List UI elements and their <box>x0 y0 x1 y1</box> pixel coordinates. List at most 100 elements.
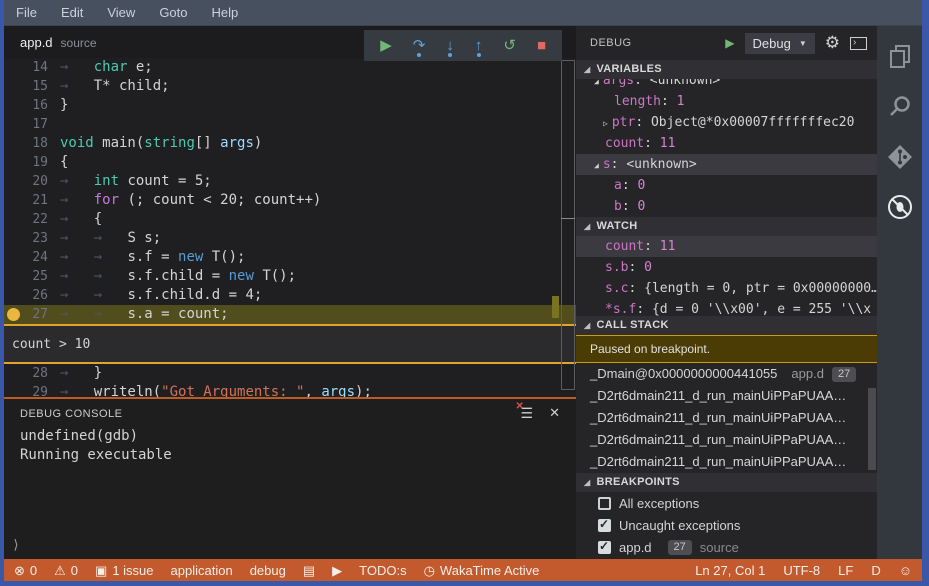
search-icon[interactable] <box>885 92 915 122</box>
status-clock[interactable]: ◷ WakaTime Active <box>424 563 540 578</box>
menu-item-help[interactable]: Help <box>212 5 239 20</box>
callstack-frame-2[interactable]: _D2rt6dmain211_d_run_mainUiPPaPUAA… <box>576 407 877 429</box>
code-line-23[interactable]: 23 → → S s; <box>4 229 576 248</box>
panel-scrollbar-thumb[interactable] <box>868 388 876 470</box>
status-utf-8[interactable]: UTF-8 <box>783 563 820 578</box>
status-run[interactable]: ▶ <box>332 564 342 577</box>
code-line-19[interactable]: 19 { <box>4 153 576 172</box>
menu-item-edit[interactable]: Edit <box>61 5 83 20</box>
gutter-17[interactable]: 17 <box>4 115 60 134</box>
breakpoint-icon[interactable] <box>7 308 20 321</box>
expanded-triangle-icon[interactable]: ◢ <box>594 161 603 170</box>
gutter-18[interactable]: 18 <box>4 134 60 153</box>
gutter-25[interactable]: 25 <box>4 267 60 286</box>
git-icon[interactable] <box>885 142 915 172</box>
status-d[interactable]: D <box>871 563 880 578</box>
status-smiley[interactable]: ☺ <box>899 564 912 577</box>
variables-section-header[interactable]: ◢ VARIABLES <box>576 60 877 79</box>
status-error-count[interactable]: ⊗ 0 <box>14 563 37 578</box>
restart-icon[interactable]: ↺ <box>503 38 516 53</box>
breakpoint-row-uncaught-exceptions[interactable]: Uncaught exceptions <box>576 514 877 536</box>
checkbox-checked[interactable] <box>598 517 611 532</box>
breakpoint-row-app-d[interactable]: app.d 27 source <box>576 536 877 558</box>
step-over-icon[interactable]: ↷ <box>413 38 425 57</box>
status-lf[interactable]: LF <box>838 563 853 578</box>
watch-row-count[interactable]: count: 11 <box>576 236 877 257</box>
code-line-27[interactable]: 27 → → s.a = count; <box>4 305 576 324</box>
status-document[interactable]: ▤ <box>303 564 315 577</box>
variable-row-b[interactable]: b: 0 <box>576 196 877 217</box>
code-line-20[interactable]: 20 → int count = 5; <box>4 172 576 191</box>
variable-row-a[interactable]: a: 0 <box>576 175 877 196</box>
gutter-24[interactable]: 24 <box>4 248 60 267</box>
close-icon[interactable]: ✕ <box>549 405 560 421</box>
callstack-frame-1[interactable]: _D2rt6dmain211_d_run_mainUiPPaPUAA… <box>576 385 877 407</box>
breakpoint-condition-widget[interactable]: count > 10 <box>4 324 576 364</box>
clear-console-icon[interactable]: ☰ ✕ <box>516 402 534 421</box>
start-debug-icon[interactable]: ▶ <box>725 36 734 50</box>
watch-section-header[interactable]: ◢ WATCH <box>576 217 877 236</box>
gutter-23[interactable]: 23 <box>4 229 60 248</box>
menu-item-goto[interactable]: Goto <box>159 5 187 20</box>
gutter-26[interactable]: 26 <box>4 286 60 305</box>
gutter-19[interactable]: 19 <box>4 153 60 172</box>
watch-row-s-c[interactable]: s.c: {length = 0, ptr = 0x00000000… <box>576 278 877 299</box>
callstack-frame-4[interactable]: _D2rt6dmain211_d_run_mainUiPPaPUAA… <box>576 451 877 473</box>
status-issues[interactable]: ▣ 1 issue <box>95 563 154 578</box>
gutter-28[interactable]: 28 <box>4 364 60 383</box>
checkbox-unchecked[interactable] <box>598 496 611 510</box>
gutter-15[interactable]: 15 <box>4 77 60 96</box>
code-editor[interactable]: 14 → char e; 15 → T* child; 16} 17 18 void main… <box>4 58 576 397</box>
debug-icon[interactable] <box>885 192 915 222</box>
code-line-24[interactable]: 24 → → s.f = new T(); <box>4 248 576 267</box>
step-out-icon[interactable]: ↑ <box>475 38 482 57</box>
watch-row-s-b[interactable]: s.b: 0 <box>576 257 877 278</box>
code-line-22[interactable]: 22 → { <box>4 210 576 229</box>
gutter-22[interactable]: 22 <box>4 210 60 229</box>
gear-icon[interactable]: ⚙ <box>825 33 840 53</box>
status-application[interactable]: application <box>171 563 233 578</box>
gutter-14[interactable]: 14 <box>4 58 60 77</box>
open-console-icon[interactable]: › <box>850 36 867 50</box>
variable-row-ptr[interactable]: ▷ ptr: Object@*0x00007fffffffec20 <box>576 112 877 133</box>
gutter-20[interactable]: 20 <box>4 172 60 191</box>
callstack-frame-0[interactable]: _Dmain@0x0000000000441055 app.d 27 <box>576 363 877 385</box>
files-icon[interactable] <box>885 42 915 72</box>
debug-config-dropdown[interactable]: Debug ▼ <box>744 32 815 54</box>
step-into-icon[interactable]: ↓ <box>446 38 454 57</box>
console-prompt-chevron[interactable]: ⟩ <box>12 538 20 553</box>
variable-row-count[interactable]: count: 11 <box>576 133 877 154</box>
continue-icon[interactable]: ▶ <box>380 38 392 53</box>
expanded-triangle-icon[interactable]: ◢ <box>594 79 603 86</box>
tab-app-d[interactable]: app.d source <box>4 35 97 50</box>
status-ln-27-col-1[interactable]: Ln 27, Col 1 <box>695 563 765 578</box>
menu-item-view[interactable]: View <box>107 5 135 20</box>
gutter-16[interactable]: 16 <box>4 96 60 115</box>
gutter-27[interactable]: 27 <box>4 305 60 324</box>
collapsed-triangle-icon[interactable]: ▷ <box>603 119 612 128</box>
watch-row-s-f[interactable]: *s.f: {d = 0 '\\x00', e = 255 '\\x <box>576 299 877 316</box>
stop-icon[interactable]: ■ <box>537 38 546 53</box>
checkbox-checked[interactable] <box>598 539 611 554</box>
code-line-25[interactable]: 25 → → s.f.child = new T(); <box>4 267 576 286</box>
variable-row-s[interactable]: ◢ s: <unknown> <box>576 154 877 175</box>
callstack-section-header[interactable]: ◢ CALL STACK <box>576 316 877 335</box>
menu-item-file[interactable]: File <box>16 5 37 20</box>
breakpoint-row-all-exceptions[interactable]: All exceptions <box>576 492 877 514</box>
gutter-29[interactable]: 29 <box>4 383 60 397</box>
variable-row-length[interactable]: length: 1 <box>576 91 877 112</box>
code-line-28[interactable]: 28 → } <box>4 364 576 383</box>
code-line-21[interactable]: 21 → for (; count < 20; count++) <box>4 191 576 210</box>
code-line-15[interactable]: 15 → T* child; <box>4 77 576 96</box>
editor-scrollbar[interactable] <box>561 60 575 390</box>
code-line-16[interactable]: 16} <box>4 96 576 115</box>
status-debug[interactable]: debug <box>250 563 286 578</box>
callstack-frame-3[interactable]: _D2rt6dmain211_d_run_mainUiPPaPUAA… <box>576 429 877 451</box>
code-line-18[interactable]: 18 void main(string[] args) <box>4 134 576 153</box>
gutter-21[interactable]: 21 <box>4 191 60 210</box>
code-line-26[interactable]: 26 → → s.f.child.d = 4; <box>4 286 576 305</box>
code-line-17[interactable]: 17 <box>4 115 576 134</box>
breakpoints-section-header[interactable]: ◢ BREAKPOINTS <box>576 473 877 492</box>
status-warning-count[interactable]: ⚠ 0 <box>54 563 78 578</box>
code-line-29[interactable]: 29 → writeln("Got Arguments: ", args); <box>4 383 576 397</box>
